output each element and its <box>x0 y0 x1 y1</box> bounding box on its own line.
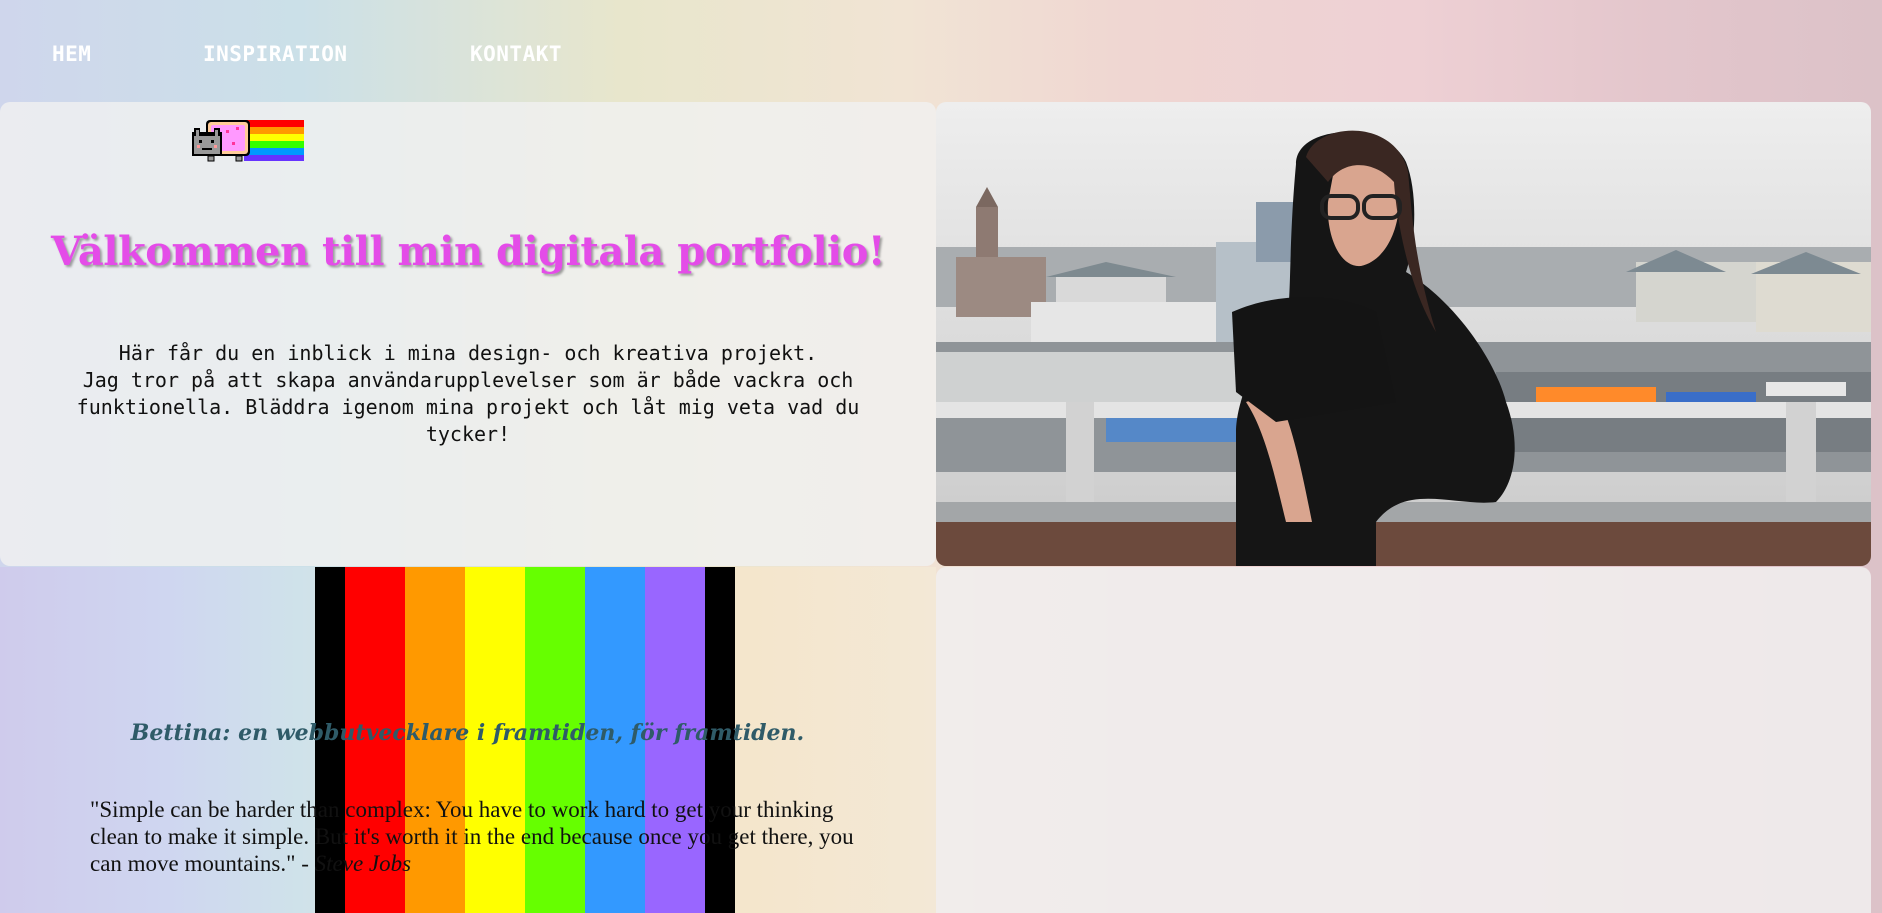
intro-line-2: Jag tror på att skapa användarupplevelse… <box>76 368 860 446</box>
nav-link-kontakt[interactable]: KONTAKT <box>470 42 562 66</box>
quote-author: Steve Jobs <box>314 851 412 876</box>
tagline: Bettina: en webbutvecklare i framtiden, … <box>130 720 805 746</box>
quote-body: "Simple can be harder than complex: You … <box>90 797 854 876</box>
nyan-cat-icon <box>192 118 304 166</box>
intro-panel <box>0 102 936 566</box>
main-navigation: HEM INSPIRATION KONTAKT <box>0 0 1882 102</box>
nav-link-inspiration[interactable]: INSPIRATION <box>203 42 348 66</box>
intro-line-1: Här får du en inblick i mina design- och… <box>118 341 818 365</box>
nav-link-hem[interactable]: HEM <box>52 42 91 66</box>
about-panel <box>936 567 1871 913</box>
intro-text: Här får du en inblick i mina design- och… <box>60 340 876 448</box>
welcome-heading: Välkommen till min digitala portfolio! <box>51 228 885 275</box>
profile-photo <box>936 102 1871 566</box>
quote-text: "Simple can be harder than complex: You … <box>90 796 880 877</box>
